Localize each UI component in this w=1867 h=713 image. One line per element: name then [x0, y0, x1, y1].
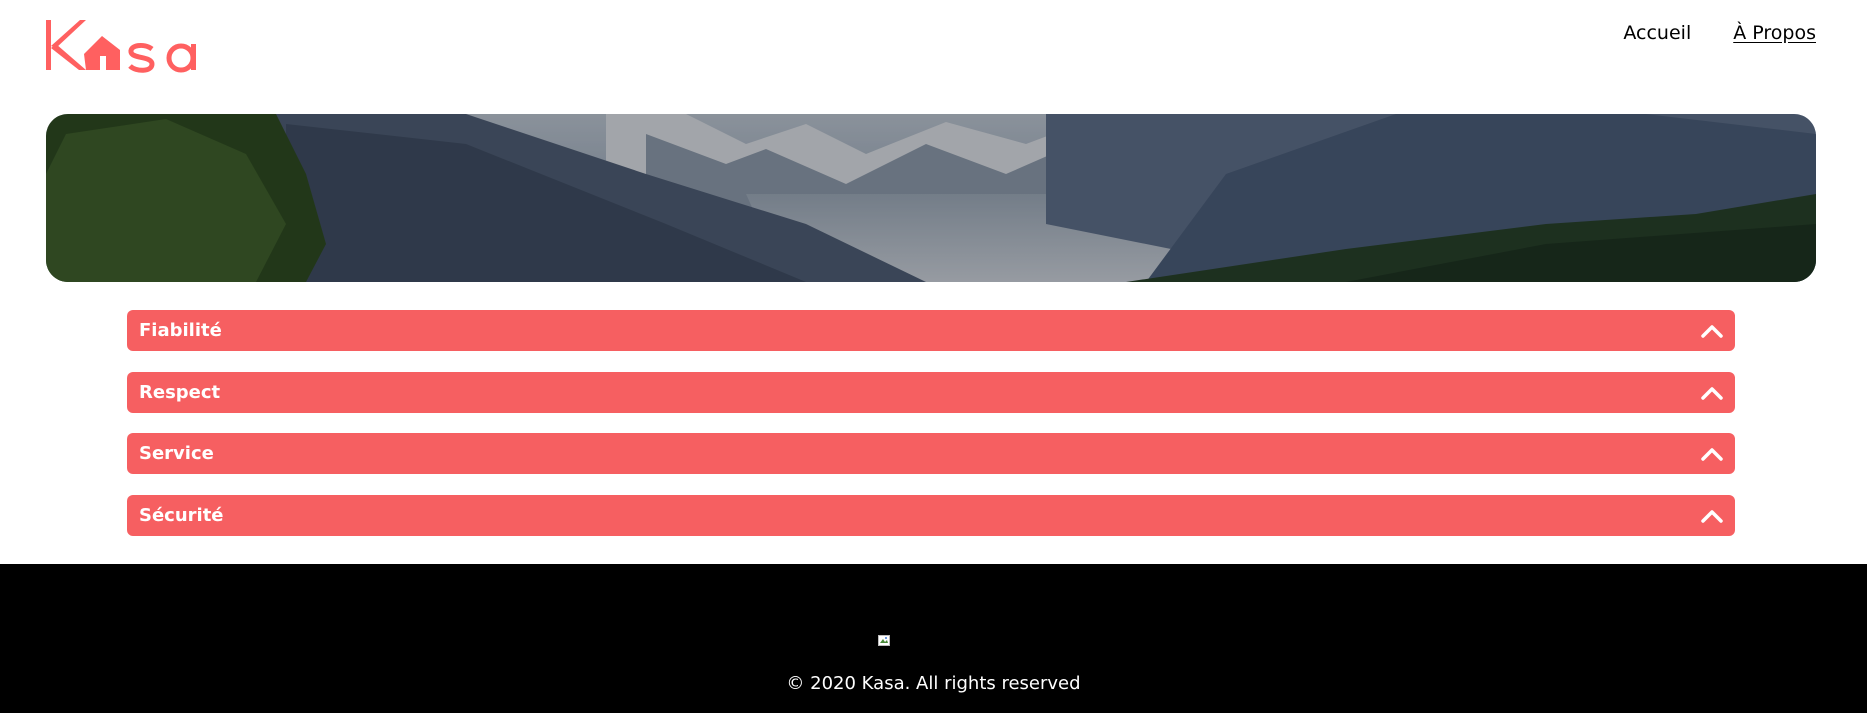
accordion-service[interactable]: Service	[127, 433, 1735, 474]
about-banner	[46, 114, 1816, 282]
chevron-up-icon[interactable]	[1700, 381, 1724, 405]
footer-copyright: © 2020 Kasa. All rights reserved	[786, 673, 1081, 694]
accordion-title: Respect	[139, 382, 221, 403]
chevron-up-icon[interactable]	[1700, 319, 1724, 343]
nav-link-accueil[interactable]: Accueil	[1623, 20, 1691, 46]
accordion-fiabilite[interactable]: Fiabilité	[127, 310, 1735, 351]
nav-link-a-propos[interactable]: À Propos	[1733, 20, 1816, 46]
kasa-logo-mark	[46, 20, 196, 73]
accordion-title: Fiabilité	[139, 320, 222, 341]
site-header: Accueil À Propos	[0, 0, 1867, 114]
accordion-title: Sécurité	[139, 505, 224, 526]
chevron-up-icon[interactable]	[1700, 442, 1724, 466]
accordion-title: Service	[139, 443, 214, 464]
broken-image-icon	[878, 632, 892, 646]
mountain-landscape-image	[46, 114, 1816, 282]
accordion-respect[interactable]: Respect	[127, 372, 1735, 413]
accordion-securite[interactable]: Sécurité	[127, 495, 1735, 536]
kasa-logo[interactable]	[44, 16, 208, 74]
chevron-up-icon[interactable]	[1700, 504, 1724, 528]
main-nav: Accueil À Propos	[1623, 20, 1816, 46]
